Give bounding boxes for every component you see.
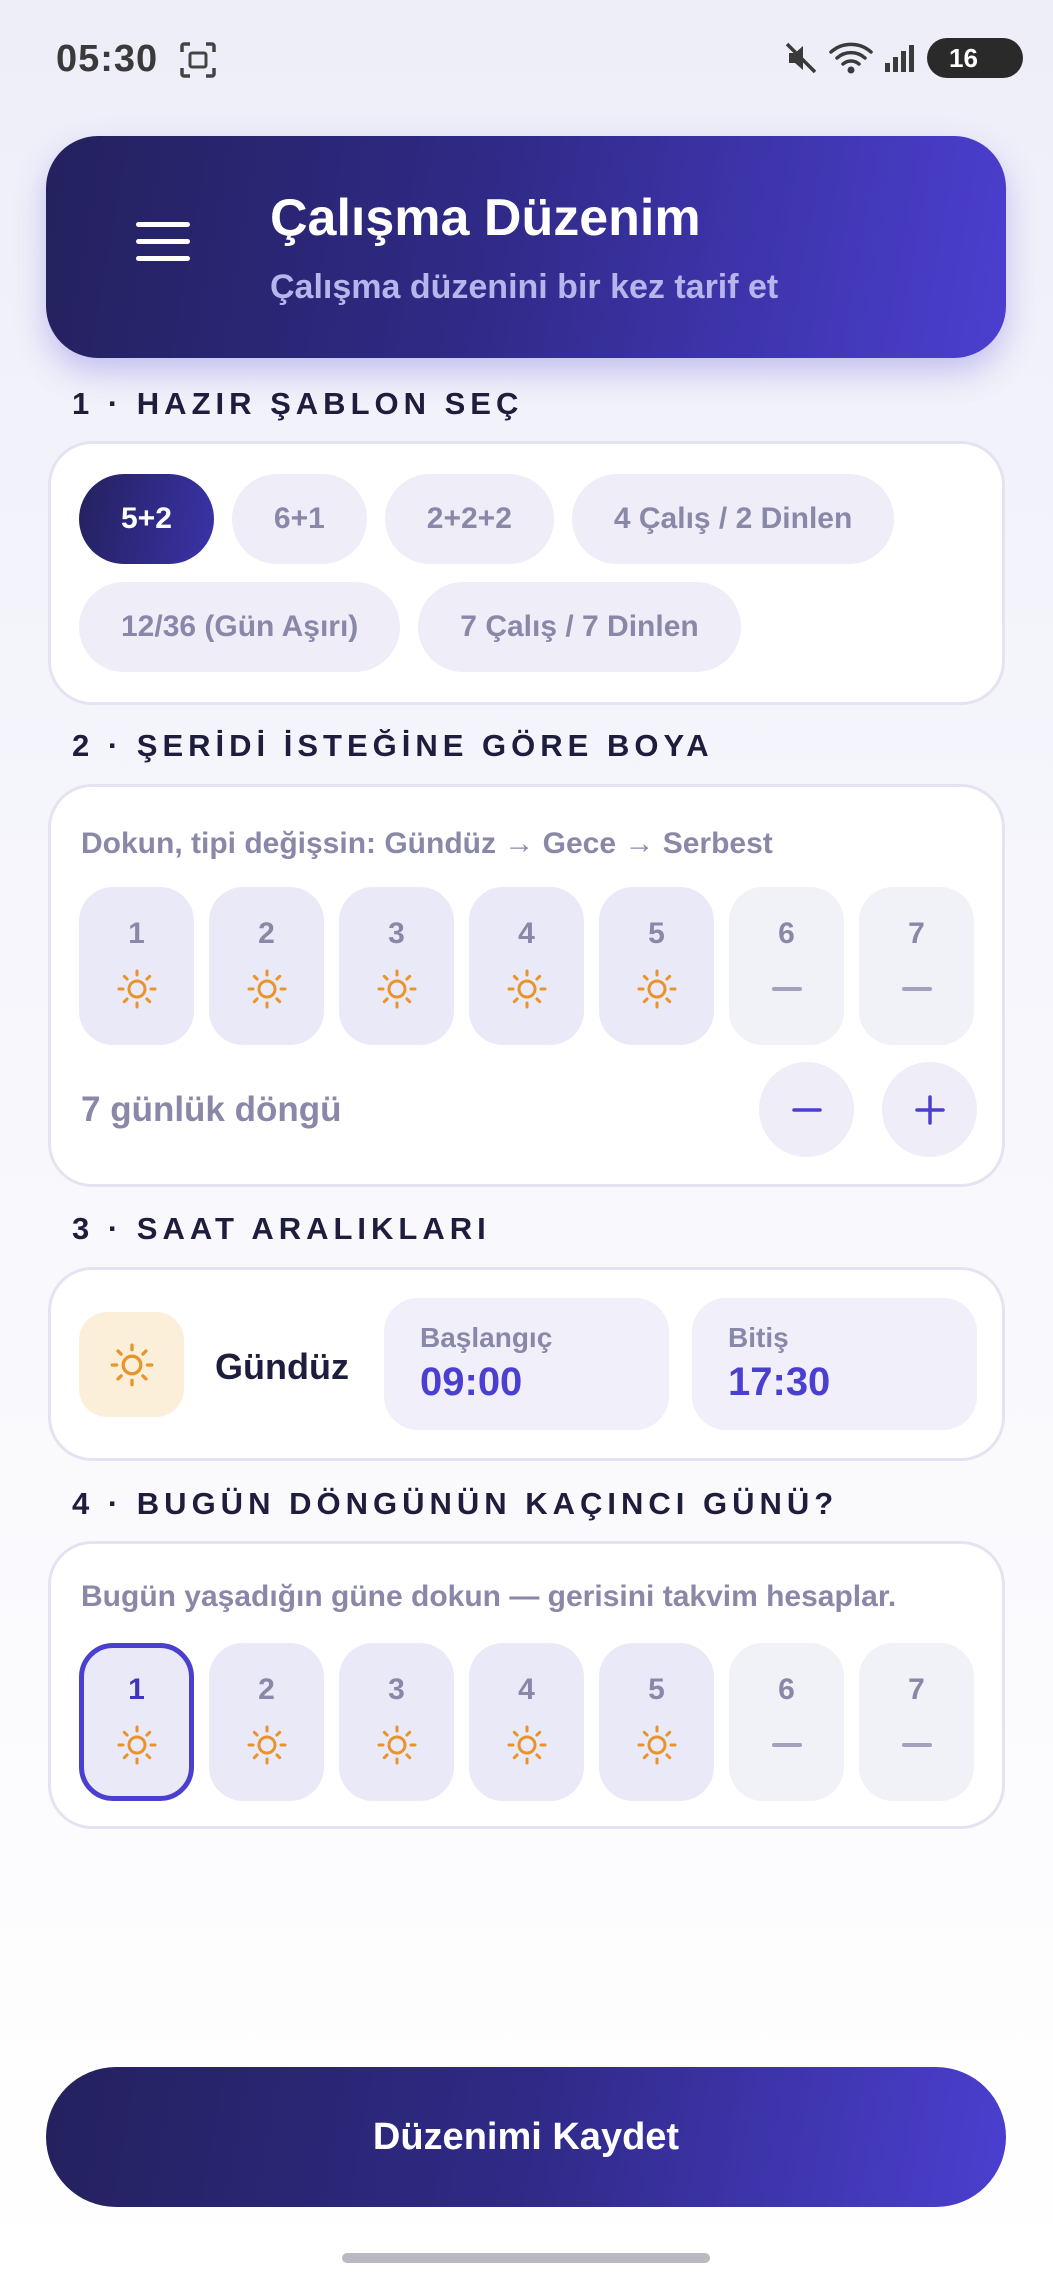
day-number: 6 bbox=[778, 917, 795, 950]
start-time-value: 09:00 bbox=[420, 1360, 523, 1404]
section-heading-templates: 1 · HAZIR ŞABLON SEÇ bbox=[72, 386, 524, 421]
home-indicator bbox=[342, 2253, 710, 2263]
sun-icon bbox=[377, 1725, 417, 1765]
end-time-field[interactable]: Bitiş 17:30 bbox=[692, 1298, 977, 1430]
day-number: 3 bbox=[388, 917, 405, 950]
sun-icon bbox=[79, 1312, 184, 1417]
day-number: 1 bbox=[128, 1673, 145, 1706]
template-chip-12-36[interactable]: 12/36 (Gün Aşırı) bbox=[79, 582, 401, 672]
page-subtitle: Çalışma düzenini bir kez tarif et bbox=[270, 268, 779, 306]
status-bar: 05:30 16 bbox=[0, 0, 1053, 120]
day-number: 7 bbox=[908, 1673, 925, 1706]
dash-icon bbox=[767, 969, 807, 1009]
dash-icon bbox=[767, 1725, 807, 1765]
today-day-4[interactable]: 4 bbox=[469, 1643, 584, 1801]
day-number: 1 bbox=[128, 917, 145, 950]
strip-day-3[interactable]: 3 bbox=[339, 887, 454, 1045]
sun-icon bbox=[247, 1725, 287, 1765]
signal-icon bbox=[883, 43, 917, 73]
start-time-label: Başlangıç bbox=[420, 1322, 553, 1353]
section-heading-today: 4 · BUGÜN DÖNGÜNÜN KAÇINCI GÜNÜ? bbox=[72, 1486, 839, 1521]
header-card: Çalışma Düzenim Çalışma düzenini bir kez… bbox=[46, 136, 1006, 358]
section-heading-strip: 2 · ŞERİDİ İSTEĞİNE GÖRE BOYA bbox=[72, 728, 714, 763]
save-button[interactable]: Düzenimi Kaydet bbox=[46, 2067, 1006, 2207]
template-chip-2-2-2[interactable]: 2+2+2 bbox=[384, 474, 554, 564]
strip-day-6[interactable]: 6 bbox=[729, 887, 844, 1045]
template-card: 5+2 6+1 2+2+2 4 Çalış / 2 Dinlen 12/36 (… bbox=[48, 441, 1005, 705]
today-day-6[interactable]: 6 bbox=[729, 1643, 844, 1801]
sun-icon bbox=[507, 1725, 547, 1765]
day-number: 7 bbox=[908, 917, 925, 950]
sun-icon bbox=[117, 969, 157, 1009]
day-number: 2 bbox=[258, 917, 275, 950]
decrease-cycle-button[interactable] bbox=[759, 1062, 854, 1157]
day-number: 2 bbox=[258, 1673, 275, 1706]
template-chip-7-7[interactable]: 7 Çalış / 7 Dinlen bbox=[418, 582, 741, 672]
end-time-label: Bitiş bbox=[728, 1322, 789, 1353]
day-number: 6 bbox=[778, 1673, 795, 1706]
sun-icon bbox=[637, 969, 677, 1009]
day-number: 5 bbox=[648, 1673, 665, 1706]
sun-icon bbox=[507, 969, 547, 1009]
template-chip-4-2[interactable]: 4 Çalış / 2 Dinlen bbox=[571, 474, 895, 564]
day-number: 4 bbox=[518, 1673, 535, 1706]
strip-card: Dokun, tipi değişsin: Gündüz → Gece → Se… bbox=[48, 784, 1005, 1187]
hours-card: Gündüz Başlangıç 09:00 Bitiş 17:30 bbox=[48, 1267, 1005, 1461]
today-day-1[interactable]: 1 bbox=[79, 1643, 194, 1801]
template-chip-5-2[interactable]: 5+2 bbox=[79, 474, 214, 564]
plus-icon bbox=[914, 1094, 945, 1125]
status-time: 05:30 bbox=[56, 38, 159, 80]
dash-icon bbox=[897, 1725, 937, 1765]
day-number: 5 bbox=[648, 917, 665, 950]
battery-icon: 16 bbox=[927, 38, 1023, 78]
template-chip-6-1[interactable]: 6+1 bbox=[231, 474, 367, 564]
sun-icon bbox=[117, 1725, 157, 1765]
shift-name: Gündüz bbox=[215, 1346, 349, 1387]
page-title: Çalışma Düzenim bbox=[270, 189, 701, 247]
strip-day-7[interactable]: 7 bbox=[859, 887, 974, 1045]
day-number: 4 bbox=[518, 917, 535, 950]
today-day-3[interactable]: 3 bbox=[339, 1643, 454, 1801]
today-helper-text: Bugün yaşadığın güne dokun — gerisini ta… bbox=[81, 1580, 897, 1613]
today-day-2[interactable]: 2 bbox=[209, 1643, 324, 1801]
strip-day-2[interactable]: 2 bbox=[209, 887, 324, 1045]
sun-icon bbox=[377, 969, 417, 1009]
sun-icon bbox=[247, 969, 287, 1009]
end-time-value: 17:30 bbox=[728, 1360, 831, 1404]
dash-icon bbox=[897, 969, 937, 1009]
sun-icon bbox=[637, 1725, 677, 1765]
today-card: Bugün yaşadığın güne dokun — gerisini ta… bbox=[48, 1541, 1005, 1829]
increase-cycle-button[interactable] bbox=[882, 1062, 977, 1157]
today-day-7[interactable]: 7 bbox=[859, 1643, 974, 1801]
day-number: 3 bbox=[388, 1673, 405, 1706]
strip-day-row: 1 2 3 4 5 6 7 bbox=[79, 887, 974, 1045]
today-day-row: 1 2 3 4 5 6 7 bbox=[79, 1643, 974, 1801]
start-time-field[interactable]: Başlangıç 09:00 bbox=[384, 1298, 669, 1430]
strip-helper-text: Dokun, tipi değişsin: Gündüz → Gece → Se… bbox=[81, 827, 773, 860]
section-heading-hours: 3 · SAAT ARALIKLARI bbox=[72, 1211, 491, 1246]
strip-day-4[interactable]: 4 bbox=[469, 887, 584, 1045]
strip-day-5[interactable]: 5 bbox=[599, 887, 714, 1045]
cycle-length-label: 7 günlük döngü bbox=[81, 1090, 342, 1129]
wifi-icon bbox=[829, 40, 873, 76]
minus-icon bbox=[791, 1107, 822, 1112]
strip-day-1[interactable]: 1 bbox=[79, 887, 194, 1045]
mute-icon bbox=[783, 40, 819, 76]
today-day-5[interactable]: 5 bbox=[599, 1643, 714, 1801]
screenshot-icon bbox=[178, 40, 218, 80]
hamburger-menu-icon[interactable] bbox=[136, 222, 192, 266]
